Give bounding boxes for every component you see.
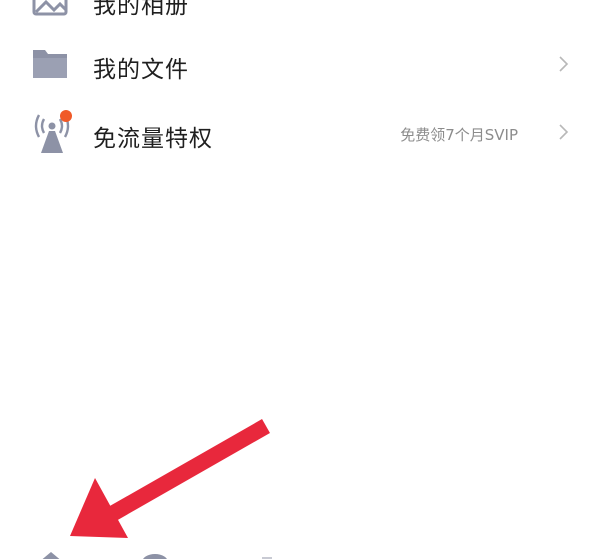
svip-promo-text: 免费领7个月SVIP: [400, 126, 518, 144]
menu-item-label: 我的文件: [93, 57, 189, 83]
notification-dot: [60, 110, 72, 122]
menu-item-label: 免流量特权: [93, 126, 213, 152]
menu-item-album[interactable]: 我的相册: [0, 0, 600, 30]
bottom-tab-bar: [0, 540, 600, 559]
photo-album-icon: [32, 0, 68, 16]
signal-tower-icon: [34, 110, 72, 153]
menu-item-files[interactable]: 我的文件: [0, 34, 600, 94]
menu-item-label: 我的相册: [93, 0, 189, 19]
screen: 我的相册 我的文件 免流量特权 免费领7个月SVIP: [0, 0, 600, 559]
menu-item-data-free[interactable]: 免流量特权 免费领7个月SVIP: [0, 103, 600, 163]
home-icon[interactable]: [36, 550, 66, 559]
folder-icon: [33, 50, 67, 78]
chevron-right-icon: [559, 124, 569, 140]
profile-icon[interactable]: [140, 552, 170, 559]
chevron-right-icon: [559, 56, 569, 72]
